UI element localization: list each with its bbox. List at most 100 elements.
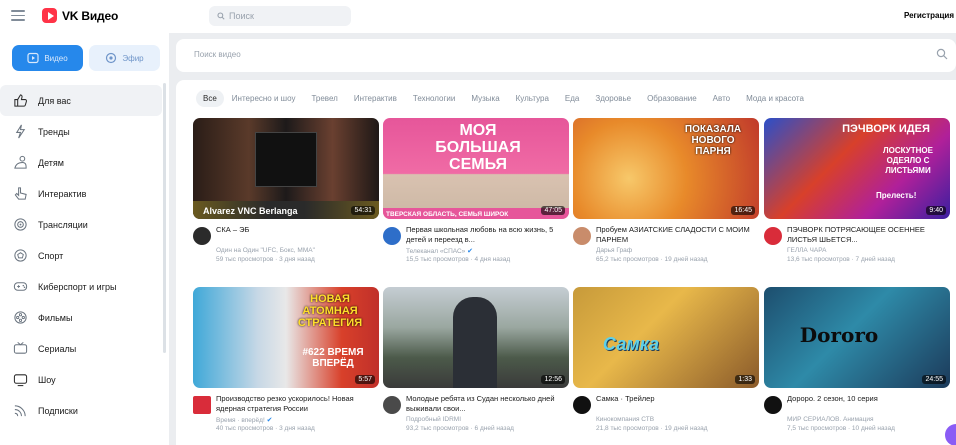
video-search-bar[interactable]: Поиск видео bbox=[176, 39, 956, 72]
channel-name[interactable]: Один на Один "UFC, Бокс, ММА" bbox=[216, 247, 315, 254]
tab-food[interactable]: Еда bbox=[557, 90, 587, 107]
video-meta: 15,5 тыс просмотров · 4 дня назад bbox=[406, 256, 511, 263]
sidebar-item-show[interactable]: Шоу bbox=[0, 364, 162, 395]
trending-icon bbox=[15, 124, 26, 139]
tab-entertainment[interactable]: Интересно и шоу bbox=[224, 90, 304, 107]
channel-avatar[interactable] bbox=[764, 396, 782, 414]
search-icon[interactable] bbox=[936, 48, 948, 60]
video-title[interactable]: Пробуем АЗИАТСКИЕ СЛАДОСТИ С МОИМ ПАРНЕМ bbox=[596, 225, 759, 245]
video-meta: 7,5 тыс просмотров · 10 дней назад bbox=[787, 425, 895, 432]
video-meta: 59 тыс просмотров · 3 дня назад bbox=[216, 256, 315, 263]
video-title[interactable]: СКА – ЭБ bbox=[216, 225, 379, 235]
thumbnail-subcaption: ТВЕРСКАЯ ОБЛАСТЬ, СЕМЬЯ ШИРОК bbox=[386, 210, 509, 218]
channel-name[interactable]: Подробный IDRMI bbox=[406, 416, 461, 423]
video-thumbnail[interactable]: Dororo 24:55 bbox=[764, 287, 950, 388]
tab-all[interactable]: Все bbox=[196, 90, 224, 107]
video-thumbnail[interactable]: Alvarez VNC Berlanga 54:31 bbox=[193, 118, 379, 219]
film-icon bbox=[14, 311, 27, 324]
tab-interactive[interactable]: Интерактив bbox=[346, 90, 405, 107]
thumbnail-caption: Alvarez VNC Berlanga bbox=[203, 206, 298, 216]
video-duration: 54:31 bbox=[351, 206, 375, 215]
thumbnail-subcaption: #622 ВРЕМЯ ВПЕРЁД bbox=[302, 347, 364, 369]
chat-bubble-button[interactable] bbox=[945, 424, 956, 445]
tab-auto[interactable]: Авто bbox=[705, 90, 738, 107]
channel-name[interactable]: Кинокомпания СТВ bbox=[596, 416, 654, 423]
video-duration: 12:56 bbox=[541, 375, 565, 384]
sidebar-item-broadcasts[interactable]: Трансляции bbox=[0, 209, 162, 240]
sidebar-item-films[interactable]: Фильмы bbox=[0, 302, 162, 333]
channel-name[interactable]: Дарья Граф bbox=[596, 247, 632, 254]
sidebar-item-label: Подписки bbox=[38, 405, 78, 416]
header-search-input[interactable]: Поиск bbox=[209, 6, 351, 26]
video-thumbnail[interactable]: 12:56 bbox=[383, 287, 569, 388]
sidebar-item-label: Трансляции bbox=[38, 219, 88, 230]
channel-name[interactable]: ГЕЛЛА ЧАРА bbox=[787, 247, 826, 254]
channel-avatar[interactable] bbox=[383, 396, 401, 414]
video-meta: 13,6 тыс просмотров · 7 дней назад bbox=[787, 256, 895, 263]
video-title[interactable]: ПЭЧВОРК ПОТРЯСАЮЩЕЕ ОСЕННЕЕ ЛИСТЬЯ ШЬЕТС… bbox=[787, 225, 950, 245]
channel-name[interactable]: МИР СЕРИАЛОВ. Анимация bbox=[787, 416, 874, 423]
video-duration: 9:40 bbox=[926, 206, 946, 215]
video-duration: 47:05 bbox=[541, 206, 565, 215]
register-button[interactable]: Регистрация bbox=[904, 11, 954, 20]
tab-travel[interactable]: Тревел bbox=[303, 90, 345, 107]
ball-icon bbox=[14, 249, 27, 262]
sidebar-item-esports[interactable]: Киберспорт и игры bbox=[0, 271, 162, 302]
video-title[interactable]: Дороро. 2 сезон, 10 серия bbox=[787, 394, 950, 404]
tab-music[interactable]: Музыка bbox=[463, 90, 507, 107]
sidebar-item-series[interactable]: Сериалы bbox=[0, 333, 162, 364]
video-search-placeholder: Поиск видео bbox=[194, 50, 241, 59]
video-icon bbox=[27, 52, 39, 64]
sidebar-item-interactive[interactable]: Интерактив bbox=[0, 178, 162, 209]
thumbnail-caption: МОЯ БОЛЬШАЯ СЕМЬЯ bbox=[435, 122, 521, 173]
video-meta: 40 тыс просмотров · 3 дня назад bbox=[216, 425, 315, 432]
sidebar-scrollbar[interactable] bbox=[163, 83, 166, 353]
channel-avatar[interactable] bbox=[573, 227, 591, 245]
video-thumbnail[interactable]: Самка 1:33 bbox=[573, 287, 759, 388]
sidebar-item-kids[interactable]: Детям bbox=[0, 147, 162, 178]
thumbnail-subcaption: ЛОСКУТНОЕ ОДЕЯЛО С ЛИСТЬЯМИ bbox=[883, 146, 933, 175]
channel-name[interactable]: Время · вперёд! ✔ bbox=[216, 416, 272, 424]
tab-culture[interactable]: Культура bbox=[508, 90, 557, 107]
video-title[interactable]: Первая школьная любовь на всю жизнь, 5 д… bbox=[406, 225, 569, 245]
tab-education[interactable]: Образование bbox=[639, 90, 705, 107]
tab-health[interactable]: Здоровье bbox=[587, 90, 639, 107]
pointer-icon bbox=[14, 187, 27, 200]
thumbnail-caption: НОВАЯ АТОМНАЯ СТРАТЕГИЯ bbox=[297, 293, 363, 329]
thumbnail-caption: Самка bbox=[602, 334, 660, 354]
video-meta: 93,2 тыс просмотров · 6 дней назад bbox=[406, 425, 514, 432]
video-thumbnail[interactable]: ПОКАЗАЛА НОВОГО ПАРНЯ 16:45 bbox=[573, 118, 759, 219]
mode-live-label: Эфир bbox=[122, 53, 144, 63]
video-duration: 1:33 bbox=[735, 375, 755, 384]
video-duration: 5:57 bbox=[355, 375, 375, 384]
video-thumbnail[interactable]: МОЯ БОЛЬШАЯ СЕМЬЯ ТВЕРСКАЯ ОБЛАСТЬ, СЕМЬ… bbox=[383, 118, 569, 219]
video-thumbnail[interactable]: НОВАЯ АТОМНАЯ СТРАТЕГИЯ #622 ВРЕМЯ ВПЕРЁ… bbox=[193, 287, 379, 388]
video-duration: 24:55 bbox=[922, 375, 946, 384]
tv-series-icon bbox=[13, 342, 28, 354]
channel-avatar[interactable] bbox=[193, 396, 211, 414]
channel-avatar[interactable] bbox=[573, 396, 591, 414]
channel-avatar[interactable] bbox=[764, 227, 782, 245]
video-thumbnail[interactable]: ПЭЧВОРК ИДЕЯ ЛОСКУТНОЕ ОДЕЯЛО С ЛИСТЬЯМИ… bbox=[764, 118, 950, 219]
menu-icon[interactable] bbox=[11, 10, 25, 22]
vk-video-logo-icon bbox=[42, 8, 57, 23]
sidebar-item-for-you[interactable]: Для вас bbox=[0, 85, 162, 116]
video-meta: 21,8 тыс просмотров · 19 дней назад bbox=[596, 425, 708, 432]
channel-avatar[interactable] bbox=[193, 227, 211, 245]
channel-avatar[interactable] bbox=[383, 227, 401, 245]
video-duration: 16:45 bbox=[731, 206, 755, 215]
tab-fashion[interactable]: Мода и красота bbox=[738, 90, 812, 107]
video-title[interactable]: Производство резко ускорилось! Новая яде… bbox=[216, 394, 379, 414]
tab-technology[interactable]: Технологии bbox=[405, 90, 463, 107]
logo[interactable]: VK Видео bbox=[42, 8, 118, 23]
sidebar-item-label: Шоу bbox=[38, 374, 56, 385]
sidebar-item-subscriptions[interactable]: Подписки bbox=[0, 395, 162, 426]
video-title[interactable]: Молодые ребята из Судан несколько дней в… bbox=[406, 394, 569, 414]
mode-video-button[interactable]: Видео bbox=[12, 45, 83, 71]
video-meta: 65,2 тыс просмотров · 19 дней назад bbox=[596, 256, 708, 263]
sidebar-item-sport[interactable]: Спорт bbox=[0, 240, 162, 271]
channel-name[interactable]: Телеканал «СПАС» ✔ bbox=[406, 247, 473, 255]
video-title[interactable]: Самка · Трейлер bbox=[596, 394, 759, 404]
mode-live-button[interactable]: Эфир bbox=[89, 45, 160, 71]
sidebar-item-trends[interactable]: Тренды bbox=[0, 116, 162, 147]
